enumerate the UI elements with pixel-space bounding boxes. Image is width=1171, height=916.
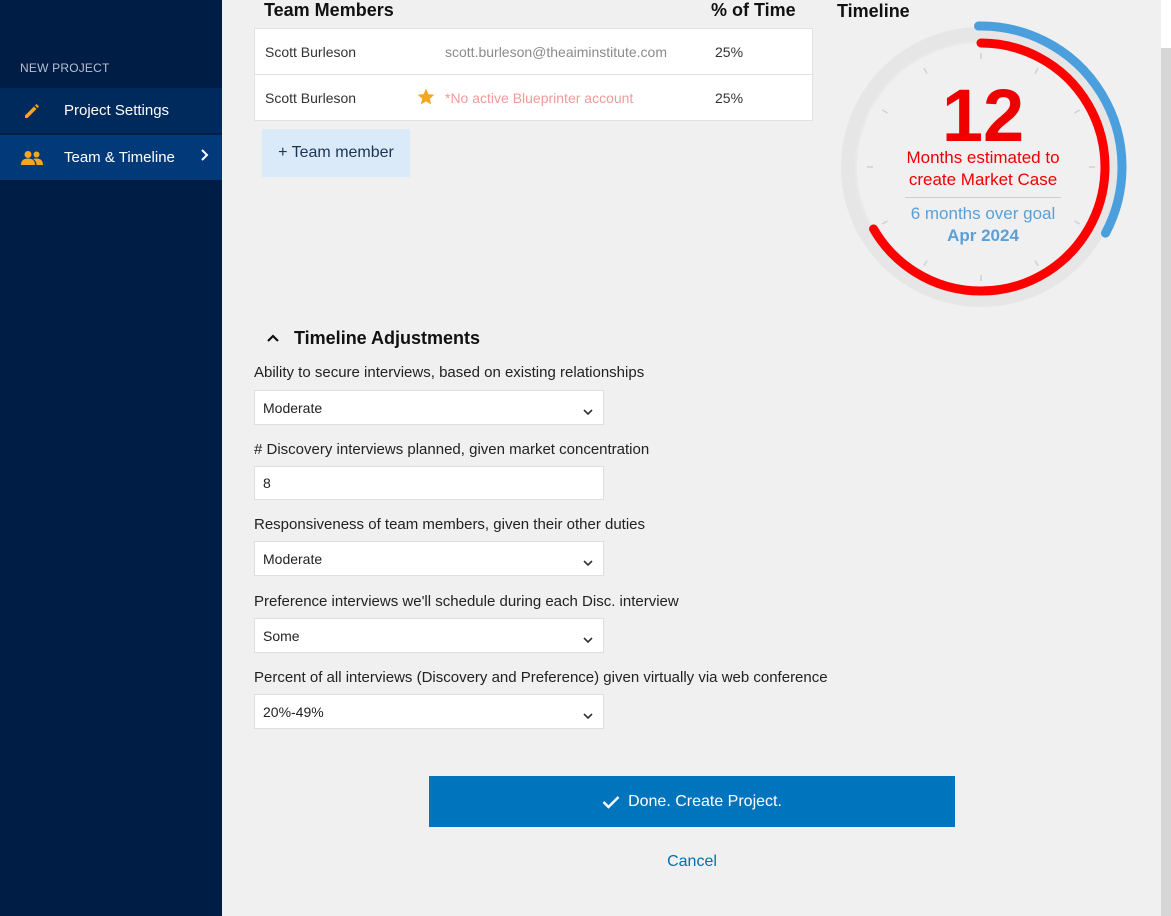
chevron-right-icon xyxy=(200,148,210,165)
gauge-tick xyxy=(1034,260,1039,267)
chevron-down-icon xyxy=(583,707,593,723)
chevron-down-icon xyxy=(583,554,593,570)
member-name: Scott Burleson xyxy=(265,90,357,106)
field-label-responsiveness: Responsiveness of team members, given th… xyxy=(254,516,646,533)
select-value: Some xyxy=(263,627,300,644)
create-project-label: Done. Create Project. xyxy=(628,792,782,810)
scrollbar-thumb[interactable] xyxy=(1161,0,1171,48)
member-name: Scott Burleson xyxy=(265,44,357,60)
chevron-up-icon xyxy=(266,330,280,348)
virtual-interviews-select[interactable]: 20%-49% xyxy=(254,694,604,729)
checkmark-icon xyxy=(602,795,620,809)
preference-interviews-select[interactable]: Some xyxy=(254,618,604,653)
estimated-months-label: Months estimated to create Market Case xyxy=(852,147,1114,191)
add-team-member-button[interactable]: + Team member xyxy=(262,129,410,177)
no-account-warning: *No active Blueprinter account xyxy=(445,90,634,106)
team-members-table: Scott Burleson scott.burleson@theaiminst… xyxy=(254,28,813,121)
field-label-secure-interviews: Ability to secure interviews, based on e… xyxy=(254,364,645,381)
star-icon xyxy=(416,87,436,110)
select-value: 20%-49% xyxy=(263,703,324,720)
responsiveness-select[interactable]: Moderate xyxy=(254,541,604,576)
sidebar-item-label: Team & Timeline xyxy=(64,149,175,166)
cancel-link[interactable]: Cancel xyxy=(0,853,1171,871)
estimated-completion-date: Apr 2024 xyxy=(947,226,1019,245)
discovery-interviews-input[interactable] xyxy=(254,466,604,500)
sidebar-section-label: NEW PROJECT xyxy=(20,61,110,75)
months-over-goal: 6 months over goal xyxy=(910,204,1056,223)
team-members-header: Team Members xyxy=(264,0,394,20)
timeline-adjustments-title: Timeline Adjustments xyxy=(294,328,481,348)
field-label-discovery-interviews: # Discovery interviews planned, given ma… xyxy=(254,441,650,458)
member-email: scott.burleson@theaiminstitute.com xyxy=(445,44,667,60)
gauge-tick xyxy=(1034,67,1039,74)
table-row: Scott Burleson *No active Blueprinter ac… xyxy=(255,75,812,121)
chevron-down-icon xyxy=(583,631,593,647)
gauge-tick xyxy=(923,67,928,74)
pencil-icon xyxy=(0,101,64,121)
estimated-months-number: 12 xyxy=(941,74,1025,157)
table-row: Scott Burleson scott.burleson@theaiminst… xyxy=(255,29,812,75)
sidebar-item-team-timeline[interactable]: Team & Timeline xyxy=(0,135,222,180)
percent-time-header: % of Time xyxy=(711,0,796,20)
estimated-months-label-line2: create Market Case xyxy=(908,170,1058,189)
chevron-down-icon xyxy=(583,403,593,419)
member-percent: 25% xyxy=(715,90,744,106)
gauge-tick xyxy=(923,260,928,267)
member-percent: 25% xyxy=(715,44,744,60)
estimated-months-label-line1: Months estimated to xyxy=(906,148,1060,167)
timeline-adjustments-toggle[interactable]: Timeline Adjustments xyxy=(266,328,480,349)
sidebar-item-project-settings[interactable]: Project Settings xyxy=(0,88,222,133)
people-icon xyxy=(0,150,64,166)
select-value: Moderate xyxy=(263,399,323,416)
field-label-preference-interviews: Preference interviews we'll schedule dur… xyxy=(254,593,679,610)
select-value: Moderate xyxy=(263,550,323,567)
secure-interviews-select[interactable]: Moderate xyxy=(254,390,604,425)
field-label-virtual-interviews: Percent of all interviews (Discovery and… xyxy=(254,669,828,686)
scrollbar-track[interactable] xyxy=(1161,48,1171,916)
create-project-button[interactable]: Done. Create Project. xyxy=(429,776,955,827)
gauge-divider xyxy=(905,197,1061,198)
sidebar: NEW PROJECT Project Settings Team & Time… xyxy=(0,0,222,916)
sidebar-item-label: Project Settings xyxy=(64,102,170,119)
